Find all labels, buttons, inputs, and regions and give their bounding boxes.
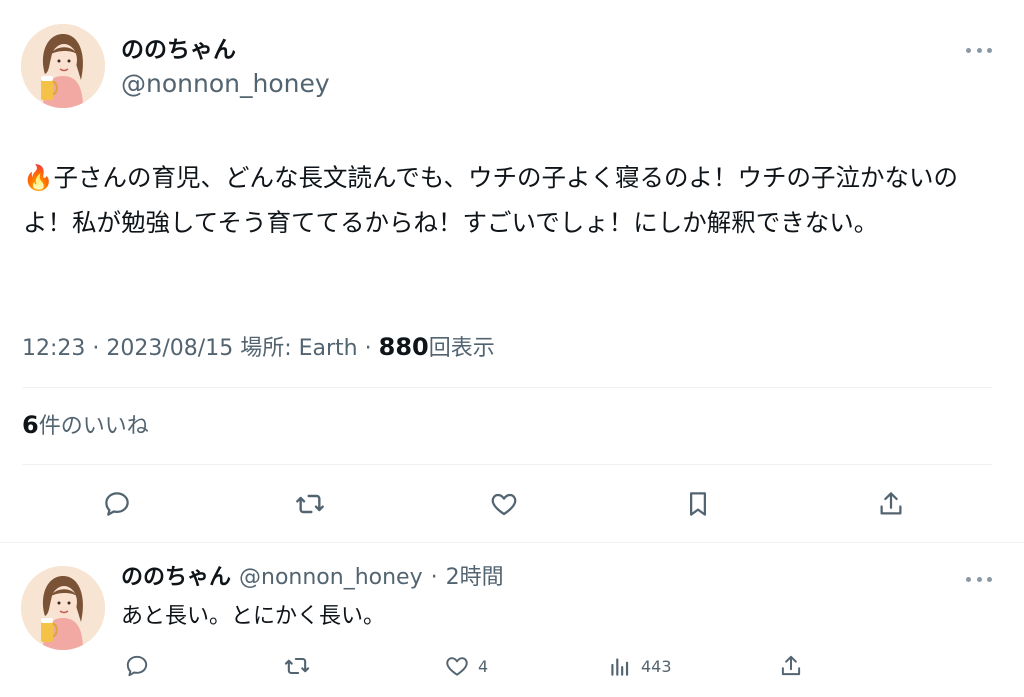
avatar-illustration (21, 566, 105, 650)
reply-views-button[interactable]: 443 (607, 652, 672, 680)
bookmark-icon (690, 492, 706, 516)
divider (22, 387, 992, 388)
tweet-text: 🔥子さんの育児、どんな長文読んでも、ウチの子よく寝るのよ！ウチの子泣かないのよ！… (23, 155, 1003, 245)
more-icon[interactable] (966, 45, 992, 55)
likes-summary[interactable]: 6件のいいね (22, 410, 149, 442)
tweet-text-content: 子さんの育児、どんな長文読んでも、ウチの子よく寝るのよ！ウチの子泣かないのよ！私… (23, 163, 959, 237)
tweet-place: 場所: Earth (240, 336, 358, 361)
reply-text: あと長い。とにかく長い。 (121, 604, 386, 629)
user-handle[interactable]: @nonnon_honey (121, 69, 330, 99)
meta-separator: · (430, 565, 438, 590)
bookmark-button[interactable] (680, 486, 716, 522)
views-count: 880 (378, 333, 429, 361)
fire-emoji-icon: 🔥 (23, 163, 54, 192)
like-label: 件のいいね (38, 414, 149, 439)
avatar-illustration (21, 24, 105, 108)
reply-icon (105, 492, 129, 516)
meta-separator: · (92, 336, 100, 361)
reply-like-count: 4 (478, 656, 489, 676)
views-icon (611, 658, 629, 676)
tweet-date[interactable]: 2023/08/15 (106, 336, 233, 361)
share-button[interactable] (873, 486, 909, 522)
retweet-icon (296, 494, 324, 514)
reply-share-button[interactable] (778, 652, 804, 680)
reply-display-name[interactable]: ののちゃん (121, 564, 231, 592)
reply-reply-button[interactable] (124, 652, 150, 680)
divider (22, 464, 992, 465)
retweet-button[interactable] (292, 486, 328, 522)
reply-handle[interactable]: @nonnon_honey (239, 564, 423, 592)
divider (0, 542, 1024, 543)
reply-icon (126, 655, 148, 677)
reply-header: ののちゃん @nonnon_honey · 2時間 (121, 564, 504, 592)
avatar[interactable] (21, 24, 105, 108)
like-count: 6 (22, 411, 39, 439)
tweet-time[interactable]: 12:23 (22, 336, 85, 361)
reply-age[interactable]: 2時間 (446, 564, 504, 592)
reply-views-count: 443 (641, 656, 672, 676)
tweet-meta: 12:23 · 2023/08/15 場所: Earth · 880回表示 (22, 332, 495, 364)
heart-icon (491, 493, 517, 516)
share-icon (880, 492, 902, 515)
reply-avatar[interactable] (21, 566, 105, 650)
retweet-icon (284, 657, 310, 675)
heart-icon (446, 657, 468, 676)
views-label: 回表示 (428, 336, 495, 361)
reply-button[interactable] (99, 486, 135, 522)
like-button[interactable] (486, 486, 522, 522)
reply-like-button[interactable]: 4 (444, 652, 488, 680)
display-name[interactable]: ののちゃん (121, 36, 236, 64)
reply-retweet-button[interactable] (283, 652, 311, 680)
more-icon[interactable] (966, 574, 992, 584)
meta-separator: · (364, 336, 372, 361)
share-icon (781, 655, 801, 676)
